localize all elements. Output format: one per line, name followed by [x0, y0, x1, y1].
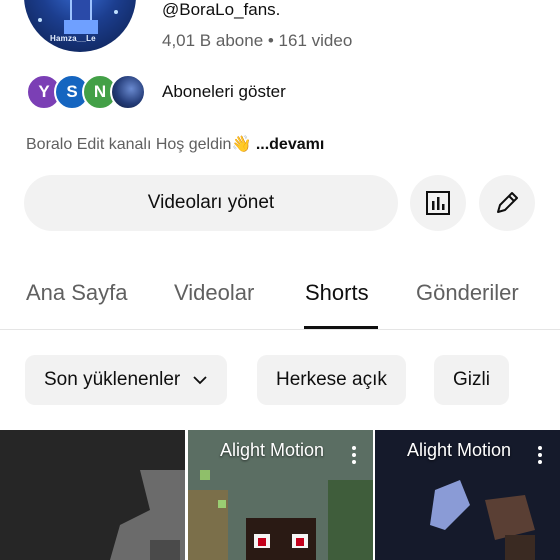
avatar-figure-base	[64, 20, 98, 34]
short-title: Alight Motion	[407, 440, 512, 460]
avatar-sparkle	[38, 18, 42, 22]
edit-channel-button[interactable]	[479, 175, 535, 231]
chevron-down-icon	[193, 376, 207, 385]
more-options-icon[interactable]	[352, 446, 356, 464]
analytics-button[interactable]	[410, 175, 466, 231]
channel-tabs: Ana Sayfa Videolar Shorts Gönderiler	[0, 262, 560, 330]
chip-label: Son yüklenenler	[44, 369, 181, 390]
tab-posts[interactable]: Gönderiler	[416, 280, 519, 306]
subscriber-avatar	[110, 74, 146, 110]
chip-public[interactable]: Herkese açık	[257, 355, 406, 405]
pencil-icon	[497, 192, 518, 213]
bar-chart-icon	[426, 191, 450, 215]
channel-meta: 4,01 B abone • 161 video	[162, 31, 353, 50]
chip-label: Herkese açık	[276, 369, 387, 390]
description-text: Boralo Edit kanalı Hoş geldin👋	[26, 136, 252, 153]
channel-description[interactable]: Boralo Edit kanalı Hoş geldin👋 ...devamı	[26, 134, 324, 154]
more-options-icon[interactable]	[538, 446, 542, 464]
short-thumbnail[interactable]	[0, 430, 185, 560]
manage-videos-button[interactable]: Videoları yönet	[24, 175, 398, 231]
short-thumbnail[interactable]: Alight Motion	[188, 430, 373, 560]
tab-videos[interactable]: Videolar	[174, 280, 254, 306]
avatar-sparkle	[114, 10, 118, 14]
description-more-link[interactable]: ...devamı	[251, 136, 324, 153]
short-thumbnail-image	[0, 430, 185, 560]
tab-home[interactable]: Ana Sayfa	[26, 280, 128, 306]
channel-avatar[interactable]: Hamza__Le	[24, 0, 136, 52]
active-tab-indicator	[304, 326, 378, 329]
chip-label: Gizli	[453, 369, 490, 390]
chip-recent-uploads[interactable]: Son yüklenenler	[25, 355, 228, 405]
show-subscribers-link[interactable]: Aboneleri göster	[162, 82, 286, 102]
tab-shorts[interactable]: Shorts	[305, 280, 369, 306]
chip-private[interactable]: Gizli	[434, 355, 509, 405]
channel-handle: @BoraLo_fans.	[162, 0, 281, 19]
subscriber-avatars[interactable]: Y S N	[26, 74, 146, 110]
short-thumbnail[interactable]: Alight Motion	[375, 430, 560, 560]
short-title: Alight Motion	[220, 440, 325, 460]
avatar-tag: Hamza__Le	[50, 34, 96, 43]
